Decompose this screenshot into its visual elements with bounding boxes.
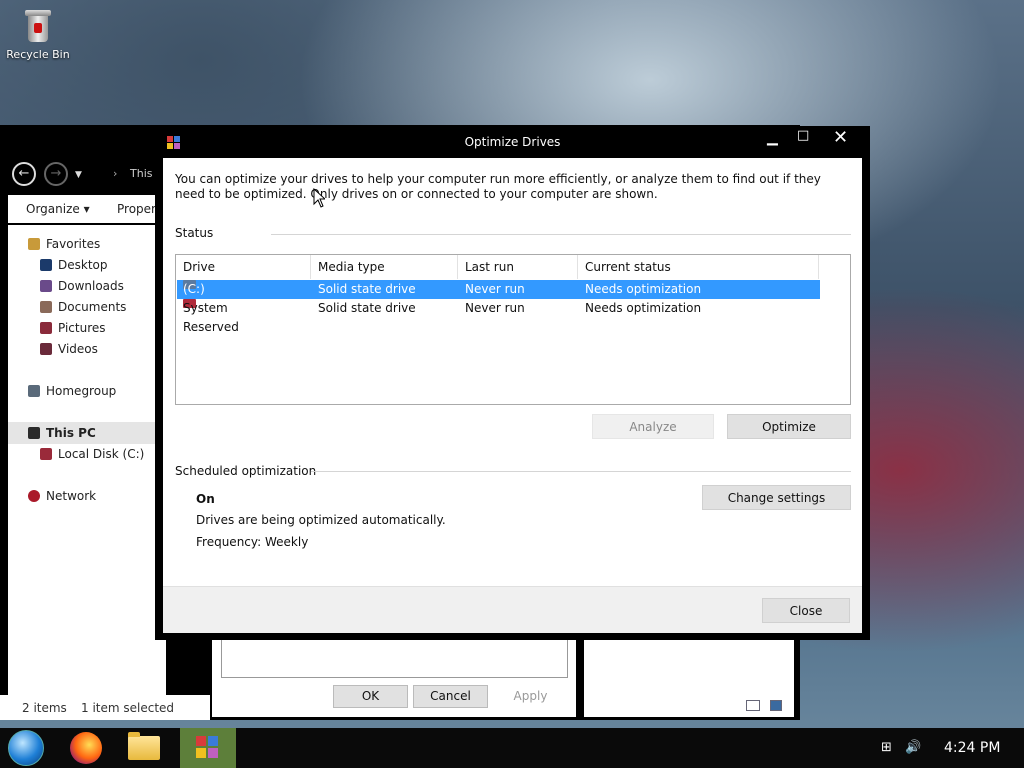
- star-icon: [28, 238, 40, 250]
- recent-locations-chevron-icon[interactable]: ▼: [75, 170, 82, 180]
- network-tray-icon[interactable]: ⊞: [881, 740, 892, 755]
- apply-button[interactable]: Apply: [493, 685, 568, 708]
- taskbar-clock[interactable]: 4:24 PM: [944, 740, 1000, 756]
- nav-item-local-disk[interactable]: Local Disk (C:): [40, 447, 144, 461]
- forward-button[interactable]: →: [44, 162, 68, 186]
- nav-item-this-pc[interactable]: This PC: [28, 426, 96, 440]
- volume-tray-icon[interactable]: 🔊: [905, 740, 921, 755]
- optimize-drives-taskbar-button[interactable]: [180, 728, 236, 768]
- explorer-status-bar: 2 items 1 item selected: [0, 695, 210, 720]
- back-button[interactable]: ←: [12, 162, 36, 186]
- documents-icon: [40, 301, 52, 313]
- start-button[interactable]: [8, 730, 44, 766]
- file-explorer-icon[interactable]: [128, 732, 160, 760]
- navigation-pane: Favorites Desktop Downloads Documents Pi…: [8, 225, 166, 695]
- videos-icon: [40, 343, 52, 355]
- scheduled-section-label: Scheduled optimization: [175, 464, 317, 478]
- optimize-drives-window[interactable]: Optimize Drives ▁ □ ✕ You can optimize y…: [155, 126, 870, 640]
- change-settings-button[interactable]: Change settings: [702, 485, 851, 510]
- network-icon: [28, 490, 40, 502]
- properties-dialog-fragment: OK Cancel Apply: [212, 630, 576, 717]
- downloads-icon: [40, 280, 52, 292]
- breadcrumb-separator-icon: ›: [113, 167, 118, 180]
- recycle-bin-desktop-icon[interactable]: Recycle Bin: [6, 8, 70, 61]
- scheduled-divider: [311, 471, 851, 472]
- mouse-cursor-icon: [313, 188, 325, 208]
- window-title: Optimize Drives: [464, 135, 561, 149]
- column-header-current-status[interactable]: Current status: [578, 255, 819, 279]
- organize-menu[interactable]: Organize ▾: [26, 202, 90, 216]
- drive-icon: [40, 448, 52, 460]
- recycle-bin-icon: [25, 8, 51, 44]
- nav-item-downloads[interactable]: Downloads: [40, 279, 124, 293]
- drives-list[interactable]: Drive Media type Last run Current status…: [175, 254, 851, 405]
- item-count: 2 items: [22, 701, 67, 715]
- view-toggle: [746, 700, 782, 714]
- large-icons-view-icon[interactable]: [769, 700, 782, 711]
- optimize-button[interactable]: Optimize: [727, 414, 851, 439]
- nav-item-pictures[interactable]: Pictures: [40, 321, 106, 335]
- nav-item-homegroup[interactable]: Homegroup: [28, 384, 116, 398]
- column-header-last-run[interactable]: Last run: [458, 255, 578, 279]
- details-view-icon[interactable]: [746, 700, 760, 711]
- nav-item-favorites[interactable]: Favorites: [28, 237, 100, 251]
- schedule-frequency: Frequency: Weekly: [196, 535, 309, 549]
- status-divider: [271, 234, 851, 235]
- desktop-icon: [40, 259, 52, 271]
- schedule-description: Drives are being optimized automatically…: [196, 513, 446, 527]
- maximize-icon[interactable]: □: [797, 128, 809, 143]
- close-button[interactable]: Close: [762, 598, 850, 623]
- explorer-toolbar: Organize ▾ Propert: [8, 195, 161, 223]
- ok-button[interactable]: OK: [333, 685, 408, 708]
- selection-count: 1 item selected: [81, 701, 175, 715]
- computer-icon: [28, 427, 40, 439]
- defrag-icon: [196, 736, 222, 760]
- nav-item-videos[interactable]: Videos: [40, 342, 98, 356]
- close-icon[interactable]: ✕: [833, 127, 848, 148]
- column-header-media-type[interactable]: Media type: [311, 255, 458, 279]
- optimize-drives-body: You can optimize your drives to help you…: [163, 158, 862, 586]
- homegroup-icon: [28, 385, 40, 397]
- pictures-icon: [40, 322, 52, 334]
- nav-item-network[interactable]: Network: [28, 489, 96, 503]
- drive-row[interactable]: System Reserved Solid state drive Never …: [177, 299, 820, 334]
- column-header-drive[interactable]: Drive: [176, 255, 311, 279]
- taskbar: ⊞ 🔊 4:24 PM: [0, 728, 1024, 768]
- optimize-drives-footer: Close: [163, 586, 862, 633]
- analyze-button[interactable]: Analyze: [592, 414, 714, 439]
- drive-row[interactable]: (C:) Solid state drive Never run Needs o…: [177, 280, 820, 299]
- schedule-state: On: [196, 492, 215, 506]
- firefox-icon[interactable]: [70, 732, 102, 764]
- nav-item-documents[interactable]: Documents: [40, 300, 126, 314]
- status-section-label: Status: [175, 226, 214, 240]
- recycle-bin-label: Recycle Bin: [6, 48, 70, 61]
- minimize-icon[interactable]: ▁: [767, 130, 778, 146]
- cancel-button[interactable]: Cancel: [413, 685, 488, 708]
- nav-item-desktop[interactable]: Desktop: [40, 258, 108, 272]
- description-text: You can optimize your drives to help you…: [175, 172, 821, 201]
